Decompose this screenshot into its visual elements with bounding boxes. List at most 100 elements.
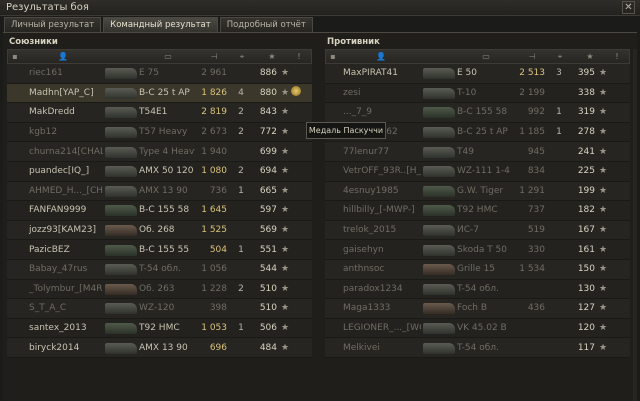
player-row[interactable]: biryck2014 AMX 13 90 696 484 ★ <box>7 338 312 358</box>
platoon-column-icon[interactable]: ▪ <box>326 52 340 61</box>
xp-value: 127 <box>577 303 595 314</box>
player-row[interactable]: LEGIONER_..._[WOLTH] VK 45.02 B 120★ <box>325 318 630 339</box>
tank-column-icon[interactable]: ▭ <box>458 52 514 61</box>
xp-value: 225 <box>577 166 595 177</box>
kills-column-icon[interactable]: ⌖ <box>550 52 570 62</box>
kills-value: 2 <box>238 166 244 177</box>
tank-name: AMX 50 120 <box>139 166 194 177</box>
xp-value: 130 <box>577 283 595 294</box>
player-name: anthnsoc <box>343 264 385 275</box>
tank-icon <box>423 303 455 315</box>
tank-icon <box>423 166 455 178</box>
player-name: ..._7_9 <box>343 107 373 118</box>
tank-image <box>421 320 457 336</box>
player-row[interactable]: anthnsoc Grille 15 1 534 150 ★ <box>325 259 630 280</box>
player-row[interactable]: VetrOFF_93R..[H_-_D] WZ-111 1-4 834 225★ <box>325 161 630 182</box>
damage-value: 992 <box>527 107 545 118</box>
scrollbar[interactable] <box>633 49 637 401</box>
player-row[interactable]: S_T_A_C WZ-120 398 510 ★ <box>7 299 312 319</box>
platoon-column-icon[interactable]: ▪ <box>8 52 22 61</box>
tank-image <box>421 340 457 356</box>
player-name: VetrOFF_93R..[H_-_D] <box>343 166 421 177</box>
player-row[interactable]: MakDredd T54E1 2 819 2 843 ★ <box>7 103 312 123</box>
kills-column-icon[interactable]: ⌖ <box>232 52 252 62</box>
player-row[interactable]: puandec[IQ_] AMX 50 120 1 080 2 694 ★ <box>7 161 312 182</box>
player-row[interactable]: ..._7_9 B-C 155 58 992 1 319 ★ <box>325 103 630 123</box>
player-row[interactable]: 77lenur77 T49 945 241 ★ <box>325 142 630 162</box>
damage-value: 1 525 <box>201 225 227 236</box>
player-row[interactable]: churna214[CHAL] Type 4 Heavy 1 940 699 ★ <box>7 142 312 162</box>
tank-icon <box>105 342 137 354</box>
player-row[interactable]: santex_2013 T92 HMC 1 053 1 506 ★ <box>7 318 312 339</box>
player-row[interactable]: zesi T-10 2 199 338 ★ <box>325 83 630 104</box>
tank-image <box>421 281 457 297</box>
player-row[interactable]: FANFAN9999 B-C 155 58 1 645 597 ★ <box>7 201 312 221</box>
player-row[interactable]: gaisehyn Škoda T 50 330 161 ★ <box>325 240 630 260</box>
player-name: Maga1333 <box>343 303 391 314</box>
close-button[interactable]: ✕ <box>622 1 635 14</box>
damage-value: 330 <box>527 244 545 255</box>
tab-team-result[interactable]: Командный результат <box>103 17 218 32</box>
tank-icon <box>423 225 455 237</box>
player-row[interactable]: Babay_47rus T-54 обл. 1 056 544 ★ <box>7 259 312 280</box>
player-row[interactable]: _Tolymbur_[M4RSH] Об. 263 1 228 2 510★ <box>7 279 312 300</box>
tank-image <box>421 104 457 120</box>
xp-value: 699 <box>259 146 277 157</box>
tank-name: Об. 263 <box>139 283 175 294</box>
kills-value: 1 <box>238 323 244 334</box>
tank-icon <box>105 283 137 295</box>
tab-detailed-report[interactable]: Подробный отчёт <box>219 17 313 32</box>
tank-name: B-C 25 t AP <box>139 87 190 98</box>
tank-column-icon[interactable]: ▭ <box>140 52 196 61</box>
tank-icon <box>423 68 455 80</box>
player-row[interactable]: Madhn[YAP_C] B-C 25 t AP 1 826 4 880 ★ <box>7 83 312 104</box>
player-row[interactable]: riec161 E 75 2 961 886 ★ <box>7 64 312 84</box>
player-row[interactable]: 4esnuy1985 G.W. Tiger 1 291 199 ★ <box>325 181 630 202</box>
player-row[interactable]: PazicBEZ B-C 155 55 504 1 551 ★ <box>7 240 312 260</box>
xp-column-icon[interactable]: ★ <box>570 52 610 61</box>
allies-panel: Союзники ▪ 👤 ▭ ⊣ ⌖ ★ ! riec161 E 75 2 961 8… <box>7 37 312 358</box>
damage-column-icon[interactable]: ⊣ <box>196 52 232 61</box>
player-row[interactable]: paradox1234 T-54 обл. 130 ★ <box>325 279 630 300</box>
xp-value: 150 <box>577 264 595 275</box>
damage-value: 737 <box>527 205 545 216</box>
kills-value: 1 <box>238 185 244 196</box>
xp-value: 551 <box>259 244 277 255</box>
star-icon: ★ <box>598 107 608 118</box>
medal-column-icon[interactable]: ! <box>292 52 306 61</box>
damage-value: 2 961 <box>201 68 227 79</box>
star-icon: ★ <box>280 264 290 275</box>
tank-name: T-10 <box>457 87 477 98</box>
xp-value: 843 <box>259 107 277 118</box>
star-icon: ★ <box>598 87 608 98</box>
tank-icon <box>105 323 137 335</box>
tank-icon <box>105 244 137 256</box>
player-row[interactable]: trelok_2015 ИС-7 519 167 ★ <box>325 220 630 241</box>
tank-name: AMX 13 90 <box>139 342 188 353</box>
player-row[interactable]: Maga1333 Foch B 436 127 ★ <box>325 299 630 319</box>
kills-value: 4 <box>238 87 244 98</box>
tank-image <box>421 300 457 316</box>
player-column-icon[interactable]: 👤 <box>22 52 104 61</box>
kills-value: 1 <box>556 107 562 118</box>
tank-icon <box>105 87 137 99</box>
player-row[interactable]: jozz93[KAM23] Об. 268 1 525 569 ★ <box>7 220 312 241</box>
player-row[interactable]: Melkivei T-54 обл. 117 ★ <box>325 338 630 358</box>
damage-column-icon[interactable]: ⊣ <box>514 52 550 61</box>
player-row[interactable]: AHMED_H..._[CHECH] AMX 13 90 736 1 665★ <box>7 181 312 202</box>
medal-column-icon[interactable]: ! <box>610 52 624 61</box>
xp-column-icon[interactable]: ★ <box>252 52 292 61</box>
tank-image <box>421 202 457 218</box>
player-row[interactable]: hillbilly_[-MWP-] T92 HMC 737 182 ★ <box>325 201 630 221</box>
player-row[interactable]: kgb12 T57 Heavy 2 673 2 772 ★ <box>7 122 312 143</box>
damage-value: 2 819 <box>201 107 227 118</box>
damage-value: 1 056 <box>201 264 227 275</box>
tank-name: Об. 268 <box>139 225 175 236</box>
medal-icon[interactable] <box>291 86 301 97</box>
tab-personal-result[interactable]: Личный результат <box>4 17 102 32</box>
player-row[interactable]: MaxPIRAT41 E 50 2 513 3 395 ★ <box>325 64 630 84</box>
medal-slot[interactable] <box>291 86 305 99</box>
xp-value: 319 <box>577 107 595 118</box>
tank-name: T92 HMC <box>457 205 498 216</box>
player-column-icon[interactable]: 👤 <box>340 52 422 61</box>
